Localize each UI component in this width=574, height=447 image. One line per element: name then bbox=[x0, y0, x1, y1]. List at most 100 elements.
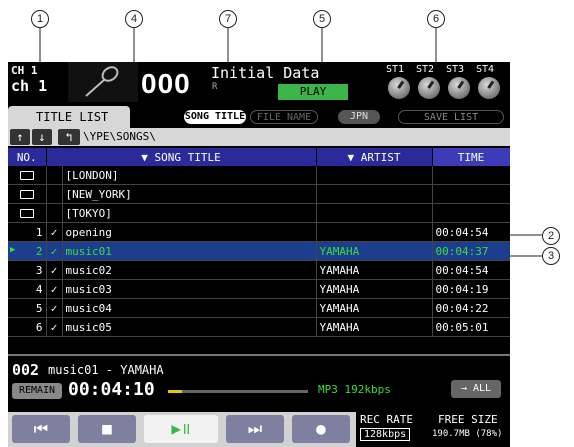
row-number: 3 bbox=[8, 260, 47, 280]
table-row[interactable]: [LONDON] bbox=[8, 166, 510, 185]
row-checkmark[interactable]: ✓ bbox=[46, 241, 63, 261]
callout-6: 6 bbox=[427, 10, 445, 28]
column-header-artist[interactable]: ▼ ARTIST bbox=[316, 148, 433, 166]
song-title-label: SONG TITLE bbox=[154, 150, 221, 164]
now-playing-panel: 002 music01 - YAMAHA REMAIN 00:04:10 MP3… bbox=[8, 354, 510, 412]
recording-info: REC RATE 128kbps FREE SIZE 190.7MB (78%) bbox=[356, 412, 510, 447]
table-row[interactable]: ▶ 2 ✓ music01 YAMAHA 00:04:37 bbox=[8, 241, 510, 261]
st4-label: ST4 bbox=[476, 64, 495, 75]
table-row[interactable]: [NEW_YORK] bbox=[8, 184, 510, 204]
record-icon: ● bbox=[316, 419, 326, 438]
sort-indicator-icon: ▼ bbox=[347, 150, 355, 164]
playback-progress-bar[interactable] bbox=[168, 390, 308, 393]
row-song-title: music01 bbox=[62, 241, 317, 261]
repeat-all-button[interactable]: → ALL bbox=[451, 380, 501, 398]
st2-knob-icon[interactable] bbox=[418, 77, 440, 99]
sort-up-button[interactable]: ↑ bbox=[10, 129, 30, 145]
row-song-title: [NEW_YORK] bbox=[62, 184, 317, 204]
play-pause-icon: ▶॥ bbox=[171, 419, 191, 438]
row-artist: YAMAHA bbox=[316, 279, 433, 299]
artist-label: ARTIST bbox=[360, 150, 401, 164]
row-checkmark[interactable]: ✓ bbox=[46, 279, 63, 299]
play-pause-button[interactable]: ▶॥ bbox=[144, 415, 218, 443]
table-row[interactable]: 4 ✓ music03 YAMAHA 00:04:19 bbox=[8, 279, 510, 299]
callout-5: 5 bbox=[313, 10, 331, 28]
rec-rate-value[interactable]: 128kbps bbox=[360, 428, 411, 441]
callout-1: 1 bbox=[31, 10, 49, 28]
table-row[interactable]: 1 ✓ opening 00:04:54 bbox=[8, 222, 510, 242]
remain-toggle-button[interactable]: REMAIN bbox=[12, 383, 62, 399]
row-checkmark[interactable] bbox=[46, 184, 63, 204]
now-playing-title: music01 - YAMAHA bbox=[48, 363, 164, 377]
callout-7: 7 bbox=[219, 10, 237, 28]
scene-protect-flag: R bbox=[212, 82, 218, 92]
playback-progress-fill bbox=[168, 390, 182, 393]
row-number: ▶ 2 bbox=[8, 241, 47, 261]
row-number: 5 bbox=[8, 298, 47, 318]
song-title-button[interactable]: SONG TITLE bbox=[184, 110, 246, 124]
row-number bbox=[8, 166, 47, 185]
callout-4: 4 bbox=[125, 10, 143, 28]
row-checkmark[interactable]: ✓ bbox=[46, 260, 63, 280]
st2-label: ST2 bbox=[416, 64, 435, 75]
scene-name: Initial Data bbox=[211, 64, 320, 82]
parent-folder-button[interactable]: ↰ bbox=[58, 129, 80, 145]
row-artist bbox=[316, 203, 433, 223]
channel-indicator[interactable]: CH 1 ch 1 bbox=[8, 62, 66, 102]
fast-forward-button[interactable]: ⏭ bbox=[226, 415, 284, 443]
row-time bbox=[432, 184, 510, 204]
record-button[interactable]: ● bbox=[292, 415, 350, 443]
table-row[interactable]: 5 ✓ music04 YAMAHA 00:04:22 bbox=[8, 298, 510, 318]
row-time bbox=[432, 203, 510, 223]
jpn-button[interactable]: JPN bbox=[338, 110, 380, 124]
table-row[interactable]: [TOKYO] bbox=[8, 203, 510, 223]
row-checkmark[interactable]: ✓ bbox=[46, 317, 63, 337]
free-size-label: FREE SIZE bbox=[438, 413, 498, 426]
row-number: 6 bbox=[8, 317, 47, 337]
tab-title-list[interactable]: TITLE LIST bbox=[8, 106, 130, 128]
file-format: MP3 192kbps bbox=[318, 383, 391, 396]
row-artist bbox=[316, 184, 433, 204]
column-header-song-title[interactable]: ▼ SONG TITLE bbox=[46, 148, 317, 166]
path-bar: ↑ ↓ ↰ \YPE\SONGS\ bbox=[8, 128, 510, 146]
microphone-icon bbox=[68, 62, 138, 102]
row-checkmark[interactable] bbox=[46, 166, 63, 185]
table-row[interactable]: 6 ✓ music05 YAMAHA 00:05:01 bbox=[8, 317, 510, 337]
st3-knob-icon[interactable] bbox=[448, 77, 470, 99]
row-number bbox=[8, 184, 47, 204]
stop-button[interactable]: ■ bbox=[78, 415, 136, 443]
file-name-button[interactable]: FILE NAME bbox=[250, 110, 318, 124]
stop-icon: ■ bbox=[102, 419, 112, 438]
sort-down-button[interactable]: ↓ bbox=[32, 129, 52, 145]
row-song-title: opening bbox=[62, 222, 317, 242]
callout-2: 2 bbox=[542, 227, 560, 245]
row-checkmark[interactable] bbox=[46, 203, 63, 223]
st1-knob-icon[interactable] bbox=[388, 77, 410, 99]
row-time: 00:05:01 bbox=[432, 317, 510, 337]
row-checkmark[interactable]: ✓ bbox=[46, 298, 63, 318]
row-time: 00:04:54 bbox=[432, 260, 510, 280]
row-checkmark[interactable]: ✓ bbox=[46, 222, 63, 242]
row-artist: YAMAHA bbox=[316, 260, 433, 280]
fast-forward-icon: ⏭ bbox=[247, 419, 263, 438]
row-artist: YAMAHA bbox=[316, 241, 433, 261]
tab-row: TITLE LIST SONG TITLE FILE NAME JPN SAVE… bbox=[8, 106, 510, 128]
scene-number: 000 bbox=[141, 68, 191, 99]
folder-icon bbox=[19, 170, 34, 180]
row-artist bbox=[316, 222, 433, 242]
folder-icon bbox=[19, 189, 34, 199]
row-song-title: music02 bbox=[62, 260, 317, 280]
rewind-button[interactable]: ⏮ bbox=[12, 415, 70, 443]
save-list-button[interactable]: SAVE LIST bbox=[398, 110, 504, 124]
row-artist: YAMAHA bbox=[316, 317, 433, 337]
table-row[interactable]: 3 ✓ music02 YAMAHA 00:04:54 bbox=[8, 260, 510, 280]
st1-label: ST1 bbox=[386, 64, 405, 75]
row-song-title: [TOKYO] bbox=[62, 203, 317, 223]
column-header-time[interactable]: TIME bbox=[432, 148, 510, 166]
st4-knob-icon[interactable] bbox=[478, 77, 500, 99]
row-time: 00:04:37 bbox=[432, 241, 510, 261]
st3-label: ST3 bbox=[446, 64, 465, 75]
row-number bbox=[8, 203, 47, 223]
row-artist bbox=[316, 166, 433, 185]
device-screen: CH 1 ch 1 000 Initial Data R PLAY ST1 ST… bbox=[8, 62, 510, 447]
